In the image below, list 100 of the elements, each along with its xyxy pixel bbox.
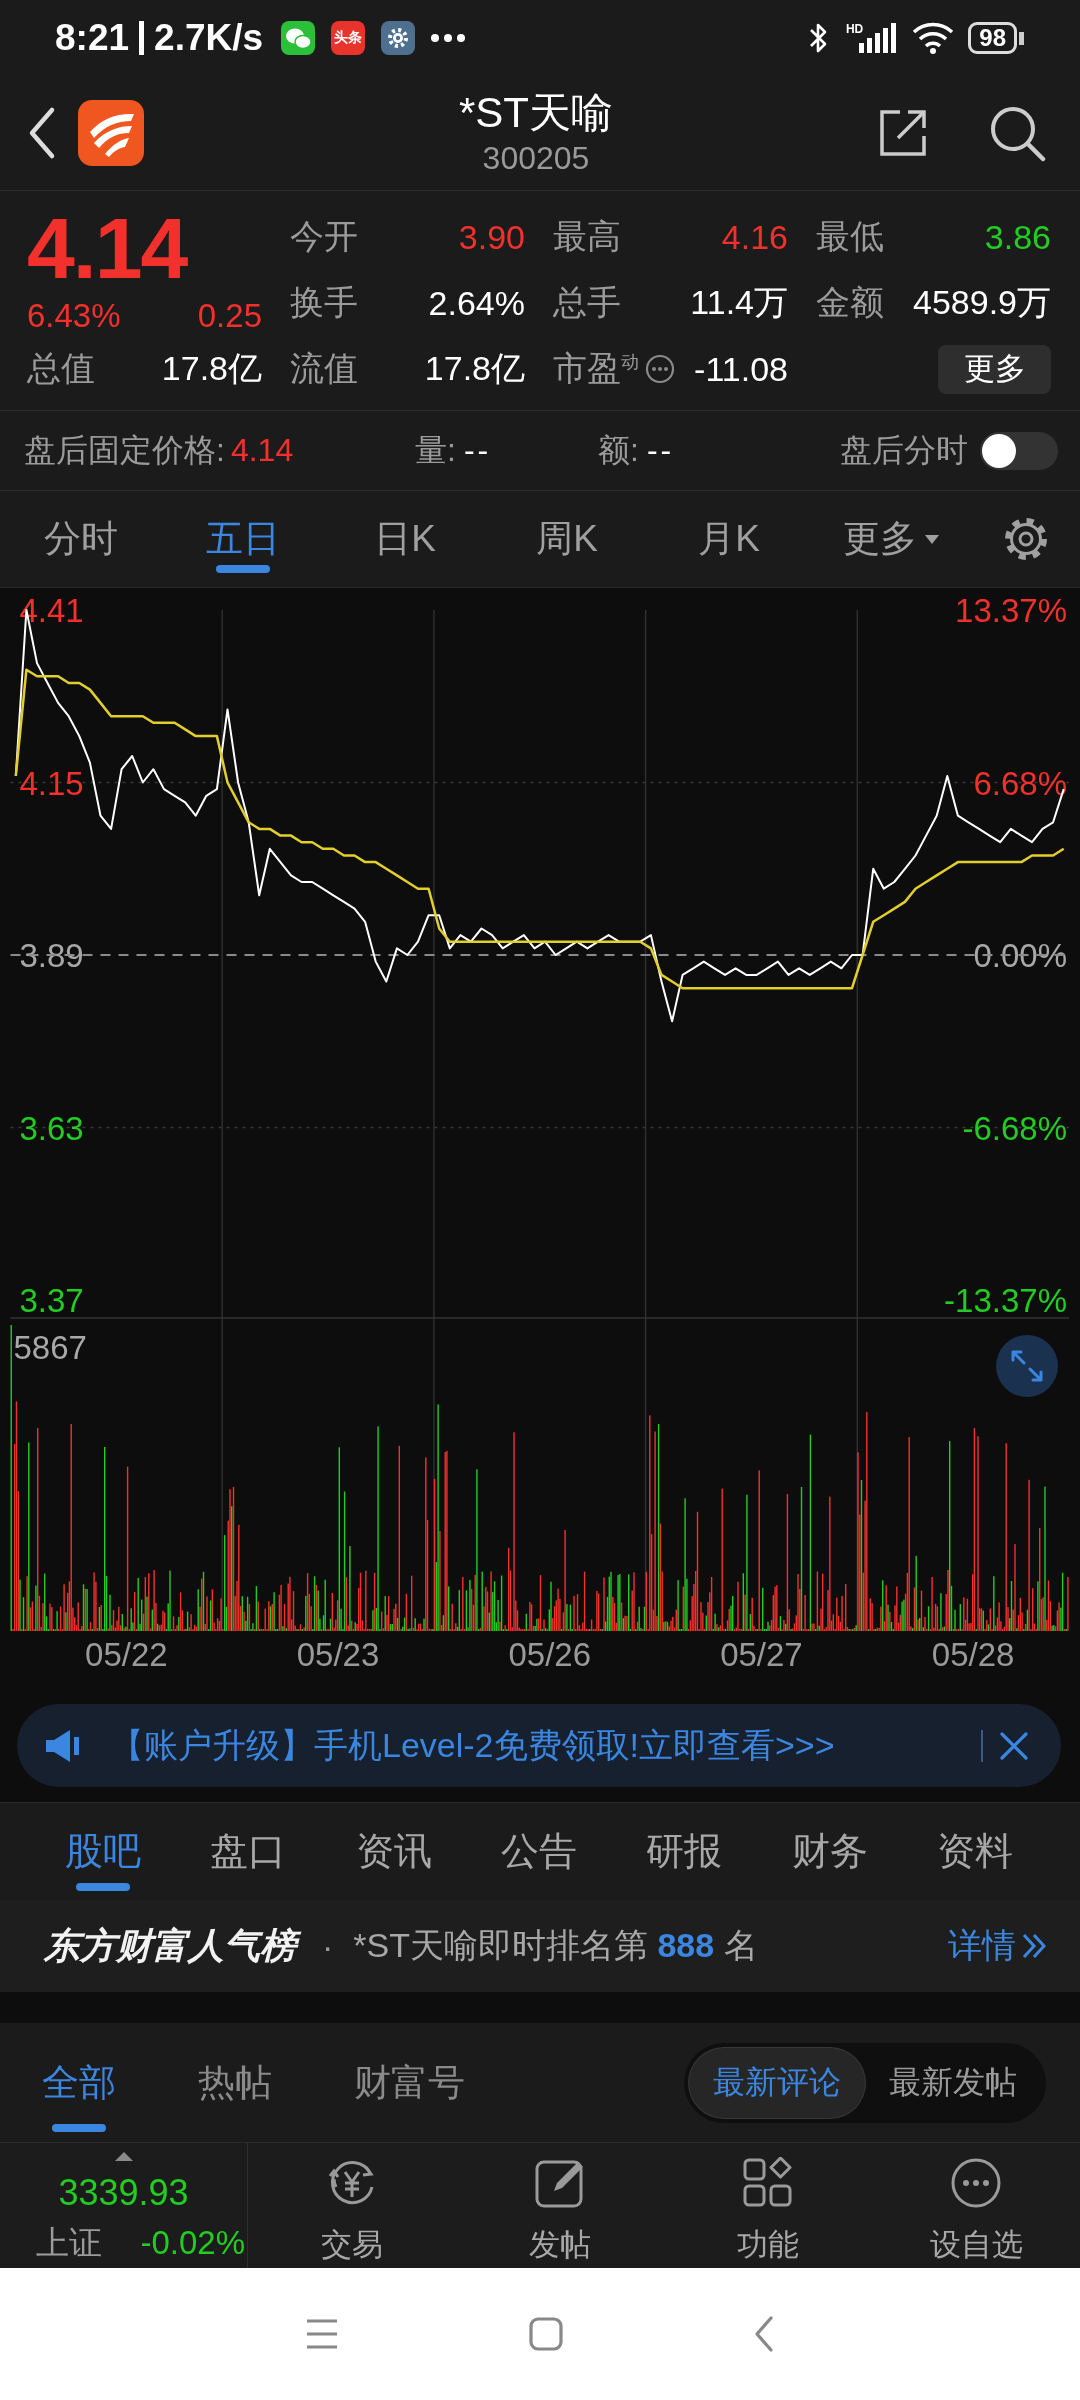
toggle-switch[interactable] [980, 431, 1058, 470]
info-icon[interactable] [645, 354, 675, 384]
stat-label: 最高 [553, 216, 621, 257]
bottom-nav-item[interactable]: 设自选 [872, 2143, 1080, 2268]
grid-icon[interactable] [742, 2157, 794, 2209]
more-icon [431, 34, 466, 42]
after-hours-label: 盘后固定价格: [24, 430, 225, 470]
volume-label: 量: [415, 430, 456, 470]
more-icon[interactable] [950, 2157, 1002, 2209]
double-chevron-icon[interactable] [1022, 1933, 1046, 1959]
stat-label: 流值 [290, 348, 358, 389]
stat-label: 总值 [27, 348, 95, 389]
change-percent: 6.43% [27, 298, 121, 334]
stat-label: 换手 [290, 282, 358, 323]
stat-value: 17.8亿 [161, 348, 262, 389]
expand-icon[interactable] [996, 1335, 1058, 1397]
stat-label: 今开 [290, 216, 358, 257]
stat-value: 4589.9万 [913, 282, 1051, 323]
wifi-icon [912, 21, 955, 55]
megaphone-icon [44, 1727, 80, 1764]
section-tab[interactable]: 公告 [466, 1803, 612, 1900]
bottom-nav-item[interactable]: 发帖 [456, 2143, 664, 2268]
date-label: 05/22 [85, 1636, 168, 1673]
sort-option[interactable]: 最新评论 [689, 2047, 865, 2118]
promo-text[interactable]: 【账户升级】手机Level-2免费领取!立即查看>>> [110, 1722, 835, 1769]
change-amount: 0.25 [197, 298, 262, 334]
date-label: 05/26 [508, 1636, 592, 1673]
after-hours-price: 4.14 [230, 432, 294, 469]
section-tab[interactable]: 财务 [757, 1803, 903, 1900]
date-label: 05/23 [296, 1636, 380, 1673]
details-link[interactable]: 详情 [948, 1923, 1016, 1969]
amount-value: -- [646, 432, 675, 469]
price-axis-label: 3.37 [19, 1282, 84, 1319]
post-filter-tab[interactable]: 热帖 [198, 2023, 272, 2142]
stat-label: 最低 [816, 216, 884, 257]
post-filter-tab[interactable]: 全部 [42, 2023, 116, 2142]
stat-value: -11.08 [694, 349, 788, 389]
status-time: 8:21 [55, 17, 130, 59]
percent-axis-label: 13.37% [955, 592, 1067, 629]
stat-value: 17.8亿 [424, 348, 525, 389]
bluetooth-icon [807, 21, 828, 55]
bottom-nav-item[interactable]: 功能 [664, 2143, 872, 2268]
stat-value: 2.64% [428, 283, 525, 323]
chart-tab[interactable]: 分时 [0, 491, 162, 587]
news-app-icon: 头条 [331, 21, 366, 55]
section-tab[interactable]: 资讯 [320, 1803, 467, 1900]
caret-icon[interactable] [114, 2152, 133, 2161]
amount-label: 额: [598, 430, 639, 470]
volume-max-label: 5867 [13, 1329, 87, 1366]
date-label: 05/27 [720, 1636, 803, 1673]
chart-tab[interactable]: 月K [648, 491, 810, 587]
bottom-nav-item[interactable]: 交易 [248, 2143, 456, 2268]
section-tab[interactable]: 资料 [902, 1803, 1048, 1900]
stat-label: 总手 [553, 282, 621, 323]
stock-code: 300205 [482, 139, 590, 178]
percent-axis-label: -6.68% [962, 1109, 1067, 1147]
percent-axis-label: -13.37% [944, 1282, 1067, 1319]
battery-indicator: 98 [968, 22, 1024, 54]
date-label: 05/28 [931, 1636, 1015, 1673]
index-value: 3339.93 [58, 2173, 189, 2213]
settings-icon[interactable] [1002, 515, 1050, 563]
stock-name: *ST天喻 [459, 88, 613, 138]
ranking-text: *ST天喻即时排名第 888 名 [353, 1925, 758, 1966]
stat-label: 金额 [816, 282, 884, 323]
more-button[interactable]: 更多 [938, 344, 1051, 394]
price-axis-label: 3.89 [19, 937, 84, 974]
stat-label: 市盈$^{动}$ [553, 348, 639, 389]
gear-app-icon [381, 21, 416, 55]
post-filter-tab[interactable]: 财富号 [354, 2023, 465, 2142]
volume-value: -- [463, 432, 492, 469]
sort-option[interactable]: 最新发帖 [865, 2047, 1041, 2118]
stat-value: 4.16 [721, 217, 788, 257]
menu-icon[interactable] [305, 2318, 339, 2350]
percent-axis-label: 0.00% [973, 937, 1067, 974]
current-price: 4.14 [27, 204, 187, 292]
close-icon[interactable] [999, 1730, 1029, 1761]
chart-tab[interactable]: 日K [324, 491, 486, 587]
toggle-label: 盘后分时 [840, 430, 968, 470]
ranking-brand: 东方财富人气榜 [42, 1922, 304, 1970]
price-axis-label: 4.41 [19, 592, 84, 629]
stat-value: 3.86 [984, 217, 1051, 257]
chart-tab[interactable]: 更多 [810, 491, 972, 587]
chat-app-icon [281, 21, 316, 55]
price-axis-label: 3.63 [19, 1109, 84, 1147]
home-icon[interactable] [529, 2317, 563, 2351]
section-tab[interactable]: 研报 [611, 1803, 758, 1900]
network-type-label: HD [845, 23, 864, 35]
section-tab[interactable]: 股吧 [30, 1803, 176, 1900]
search-icon[interactable] [988, 104, 1046, 162]
stat-value: 3.90 [458, 217, 525, 257]
app-logo-icon [78, 100, 144, 166]
index-change: -0.02% [140, 2223, 245, 2263]
network-speed: 2.7K/s [154, 17, 264, 59]
price-axis-label: 4.15 [19, 764, 84, 802]
chart-tab[interactable]: 五日 [162, 491, 324, 587]
section-tab[interactable]: 盘口 [175, 1803, 321, 1900]
index-name: 上证 [36, 2223, 102, 2263]
separator-dot: · [322, 1926, 334, 1966]
chart-tab[interactable]: 周K [486, 491, 648, 587]
percent-axis-label: 6.68% [973, 764, 1067, 802]
